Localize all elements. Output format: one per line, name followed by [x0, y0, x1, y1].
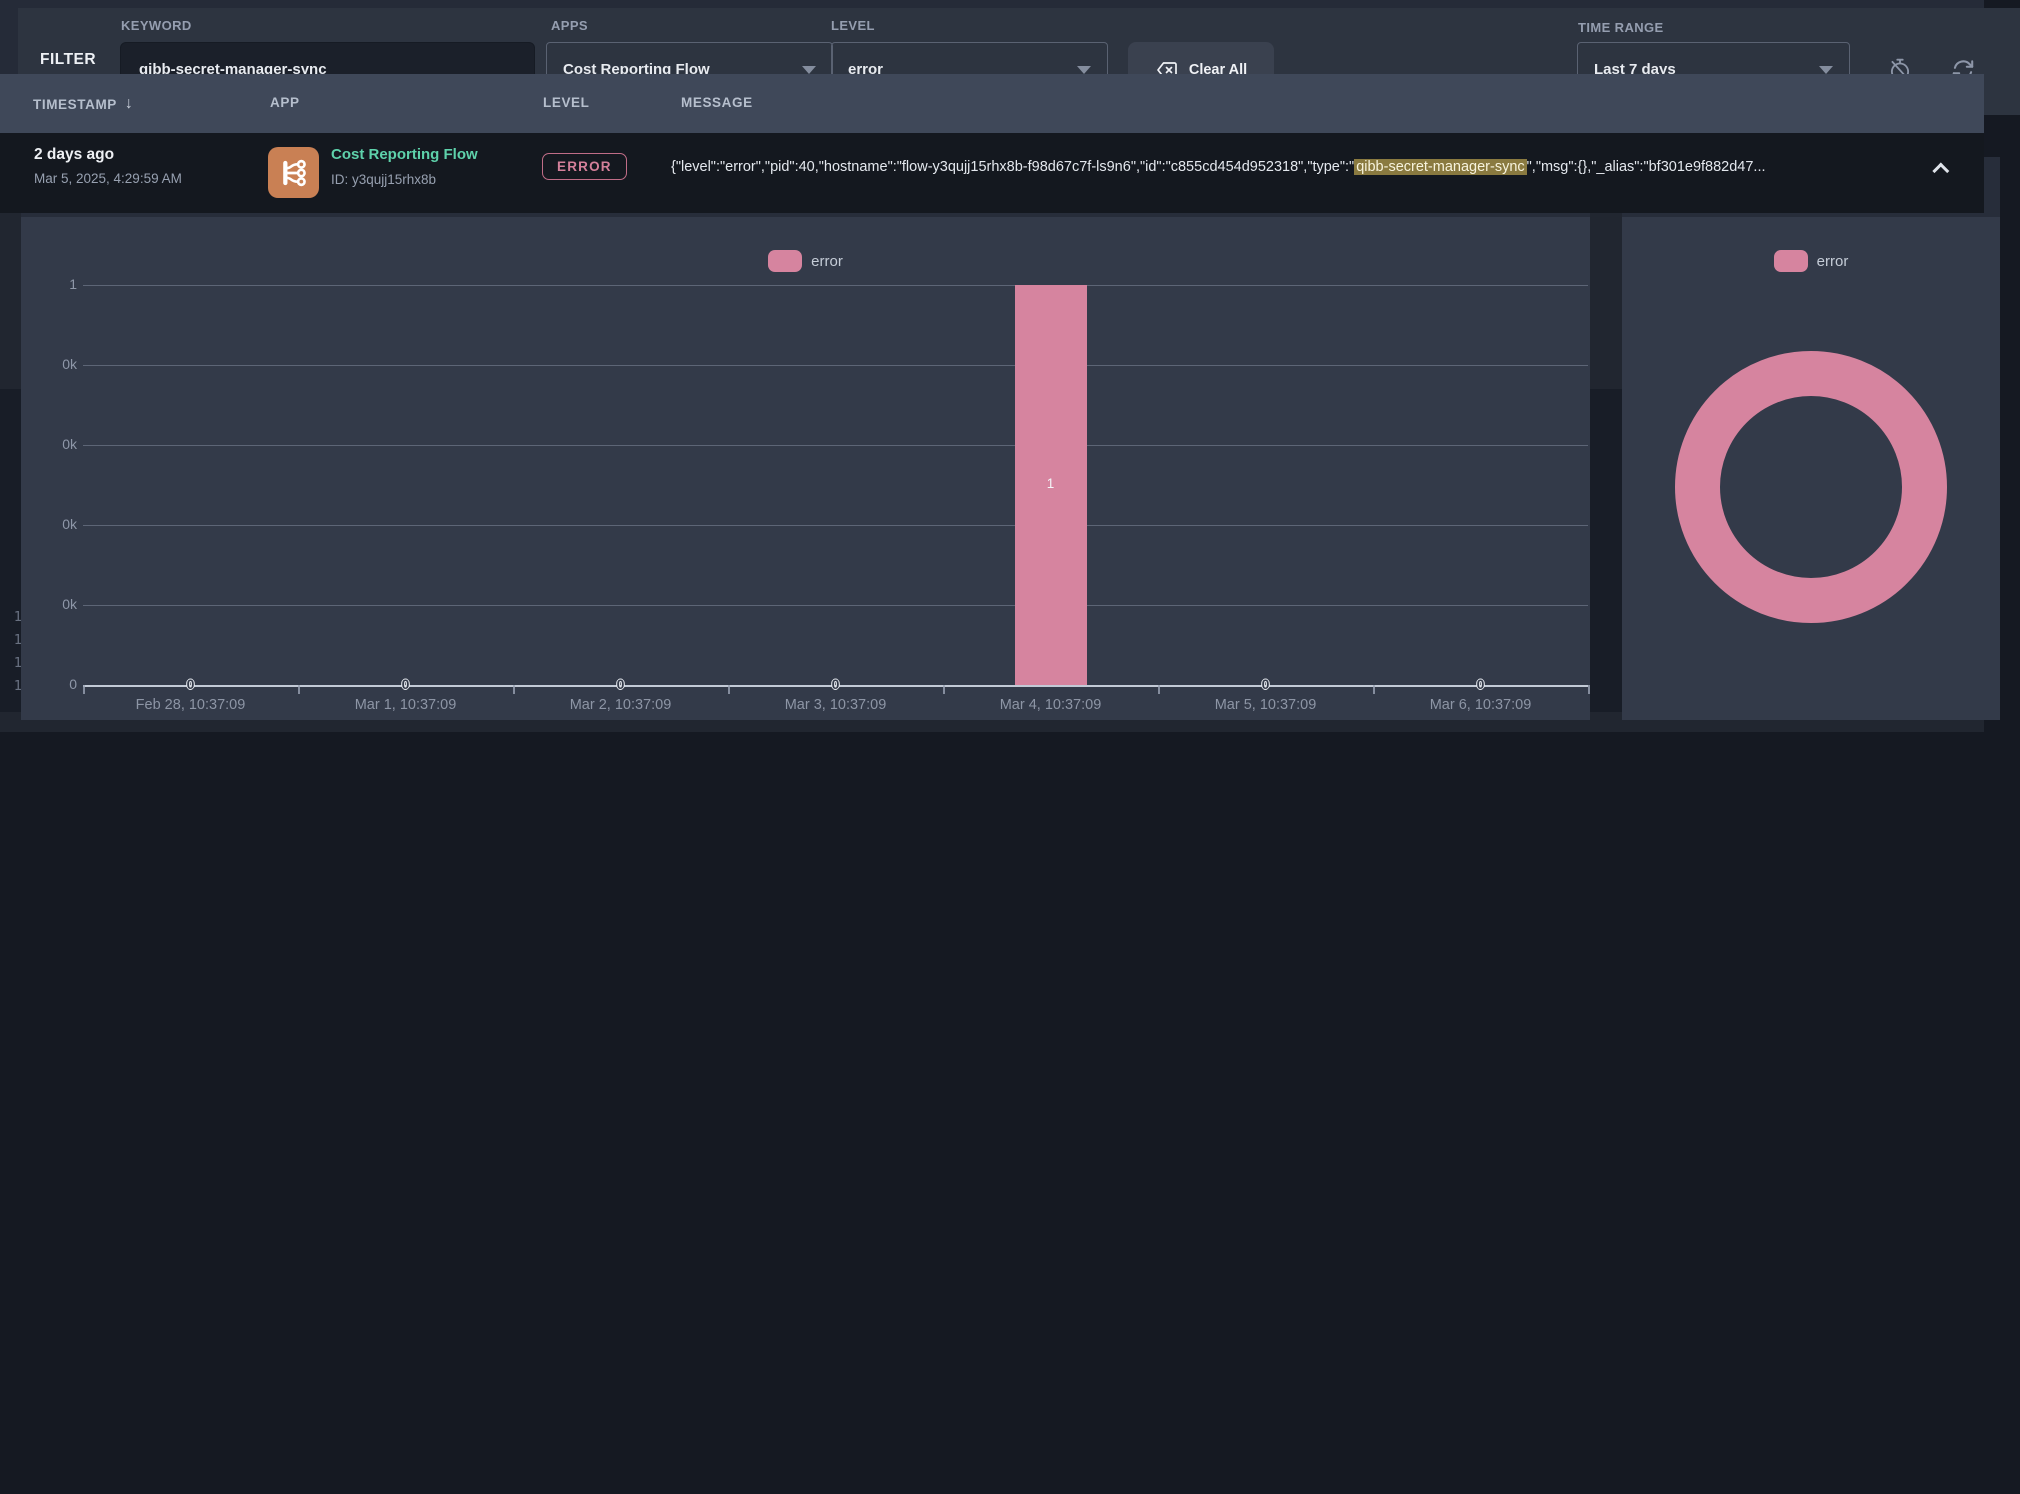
column-header-message: MESSAGE — [681, 95, 753, 110]
log-level-distribution-panel: LOG LEVEL DISTRIBUTION error — [1622, 157, 2000, 720]
zero-value-marker: 0 — [613, 676, 629, 692]
y-gridline — [83, 445, 1588, 446]
y-gridline — [83, 605, 1588, 606]
y-gridline — [83, 365, 1588, 366]
legend-label: error — [1817, 253, 1849, 270]
app-name-link[interactable]: Cost Reporting Flow — [331, 146, 478, 163]
y-gridline — [83, 285, 1588, 286]
apps-label: APPS — [551, 18, 588, 33]
filter-title: FILTER — [40, 51, 96, 69]
logs-table-header: TIMESTAMP ↓ APP LEVEL MESSAGE — [0, 74, 1984, 133]
keyword-match-highlight: qibb-secret-manager-sync — [1354, 159, 1526, 175]
column-header-timestamp[interactable]: TIMESTAMP ↓ — [33, 95, 134, 113]
log-message: {"level":"error","pid":40,"hostname":"fl… — [671, 159, 1921, 175]
x-axis-category-label: Mar 4, 10:37:09 — [951, 697, 1151, 713]
x-axis-category-label: Mar 5, 10:37:09 — [1166, 697, 1366, 713]
zero-value-marker: 0 — [1258, 676, 1274, 692]
timestamp-header-label: TIMESTAMP — [33, 97, 117, 112]
keyword-label: KEYWORD — [121, 18, 192, 33]
sort-desc-icon: ↓ — [125, 95, 134, 113]
y-axis-tick-label: 0k — [21, 596, 77, 612]
x-axis-tick — [1373, 685, 1375, 694]
log-time-absolute: Mar 5, 2025, 4:29:59 AM — [34, 171, 182, 186]
log-row[interactable]: 2 days ago Mar 5, 2025, 4:29:59 AM Cost … — [0, 133, 1984, 213]
chevron-down-icon — [802, 66, 816, 74]
chevron-up-icon — [1932, 163, 1949, 180]
level-label: LEVEL — [831, 18, 875, 33]
chevron-down-icon — [1077, 66, 1091, 74]
x-axis-category-label: Mar 3, 10:37:09 — [736, 697, 936, 713]
time-range-label: TIME RANGE — [1578, 20, 1664, 35]
x-axis-tick — [298, 685, 300, 694]
flow-app-icon — [268, 147, 319, 198]
x-axis-tick — [1588, 685, 1590, 694]
y-axis-tick-label: 0k — [21, 356, 77, 372]
y-axis-tick-label: 0k — [21, 516, 77, 532]
level-badge: ERROR — [542, 153, 627, 180]
bar-value-label: 1 — [1015, 476, 1087, 491]
x-axis-tick — [728, 685, 730, 694]
column-header-level: LEVEL — [543, 95, 590, 110]
y-axis-tick-label: 0k — [21, 436, 77, 452]
donut-chart — [1675, 351, 1947, 623]
y-axis-tick-label: 1 — [21, 276, 77, 292]
x-axis-category-label: Feb 28, 10:37:09 — [91, 697, 291, 713]
x-axis-tick — [1158, 685, 1160, 694]
distribution-legend[interactable]: error — [1622, 250, 2000, 272]
legend-swatch — [768, 250, 802, 272]
column-header-app: APP — [270, 95, 300, 110]
zero-value-marker: 0 — [828, 676, 844, 692]
zero-value-marker: 0 — [398, 676, 414, 692]
x-axis-tick — [83, 685, 85, 694]
app-id: ID: y3qujj15rhx8b — [331, 172, 436, 187]
log-level-trends-panel: LOG LEVEL TRENDS OVER TIME error 10k0k0k… — [21, 157, 1590, 720]
y-gridline — [83, 525, 1588, 526]
x-axis-category-label: Mar 6, 10:37:09 — [1381, 697, 1581, 713]
chevron-down-icon — [1819, 66, 1833, 74]
trends-legend[interactable]: error — [21, 250, 1590, 272]
zero-value-marker: 0 — [183, 676, 199, 692]
x-axis-category-label: Mar 2, 10:37:09 — [521, 697, 721, 713]
log-time-relative: 2 days ago — [34, 146, 114, 164]
zero-value-marker: 0 — [1473, 676, 1489, 692]
x-axis-category-label: Mar 1, 10:37:09 — [306, 697, 506, 713]
x-axis-tick — [513, 685, 515, 694]
collapse-row-button[interactable] — [1932, 163, 1952, 179]
legend-label: error — [811, 253, 843, 270]
y-axis-tick-label: 0 — [21, 676, 77, 692]
x-axis-tick — [943, 685, 945, 694]
legend-swatch — [1774, 250, 1808, 272]
